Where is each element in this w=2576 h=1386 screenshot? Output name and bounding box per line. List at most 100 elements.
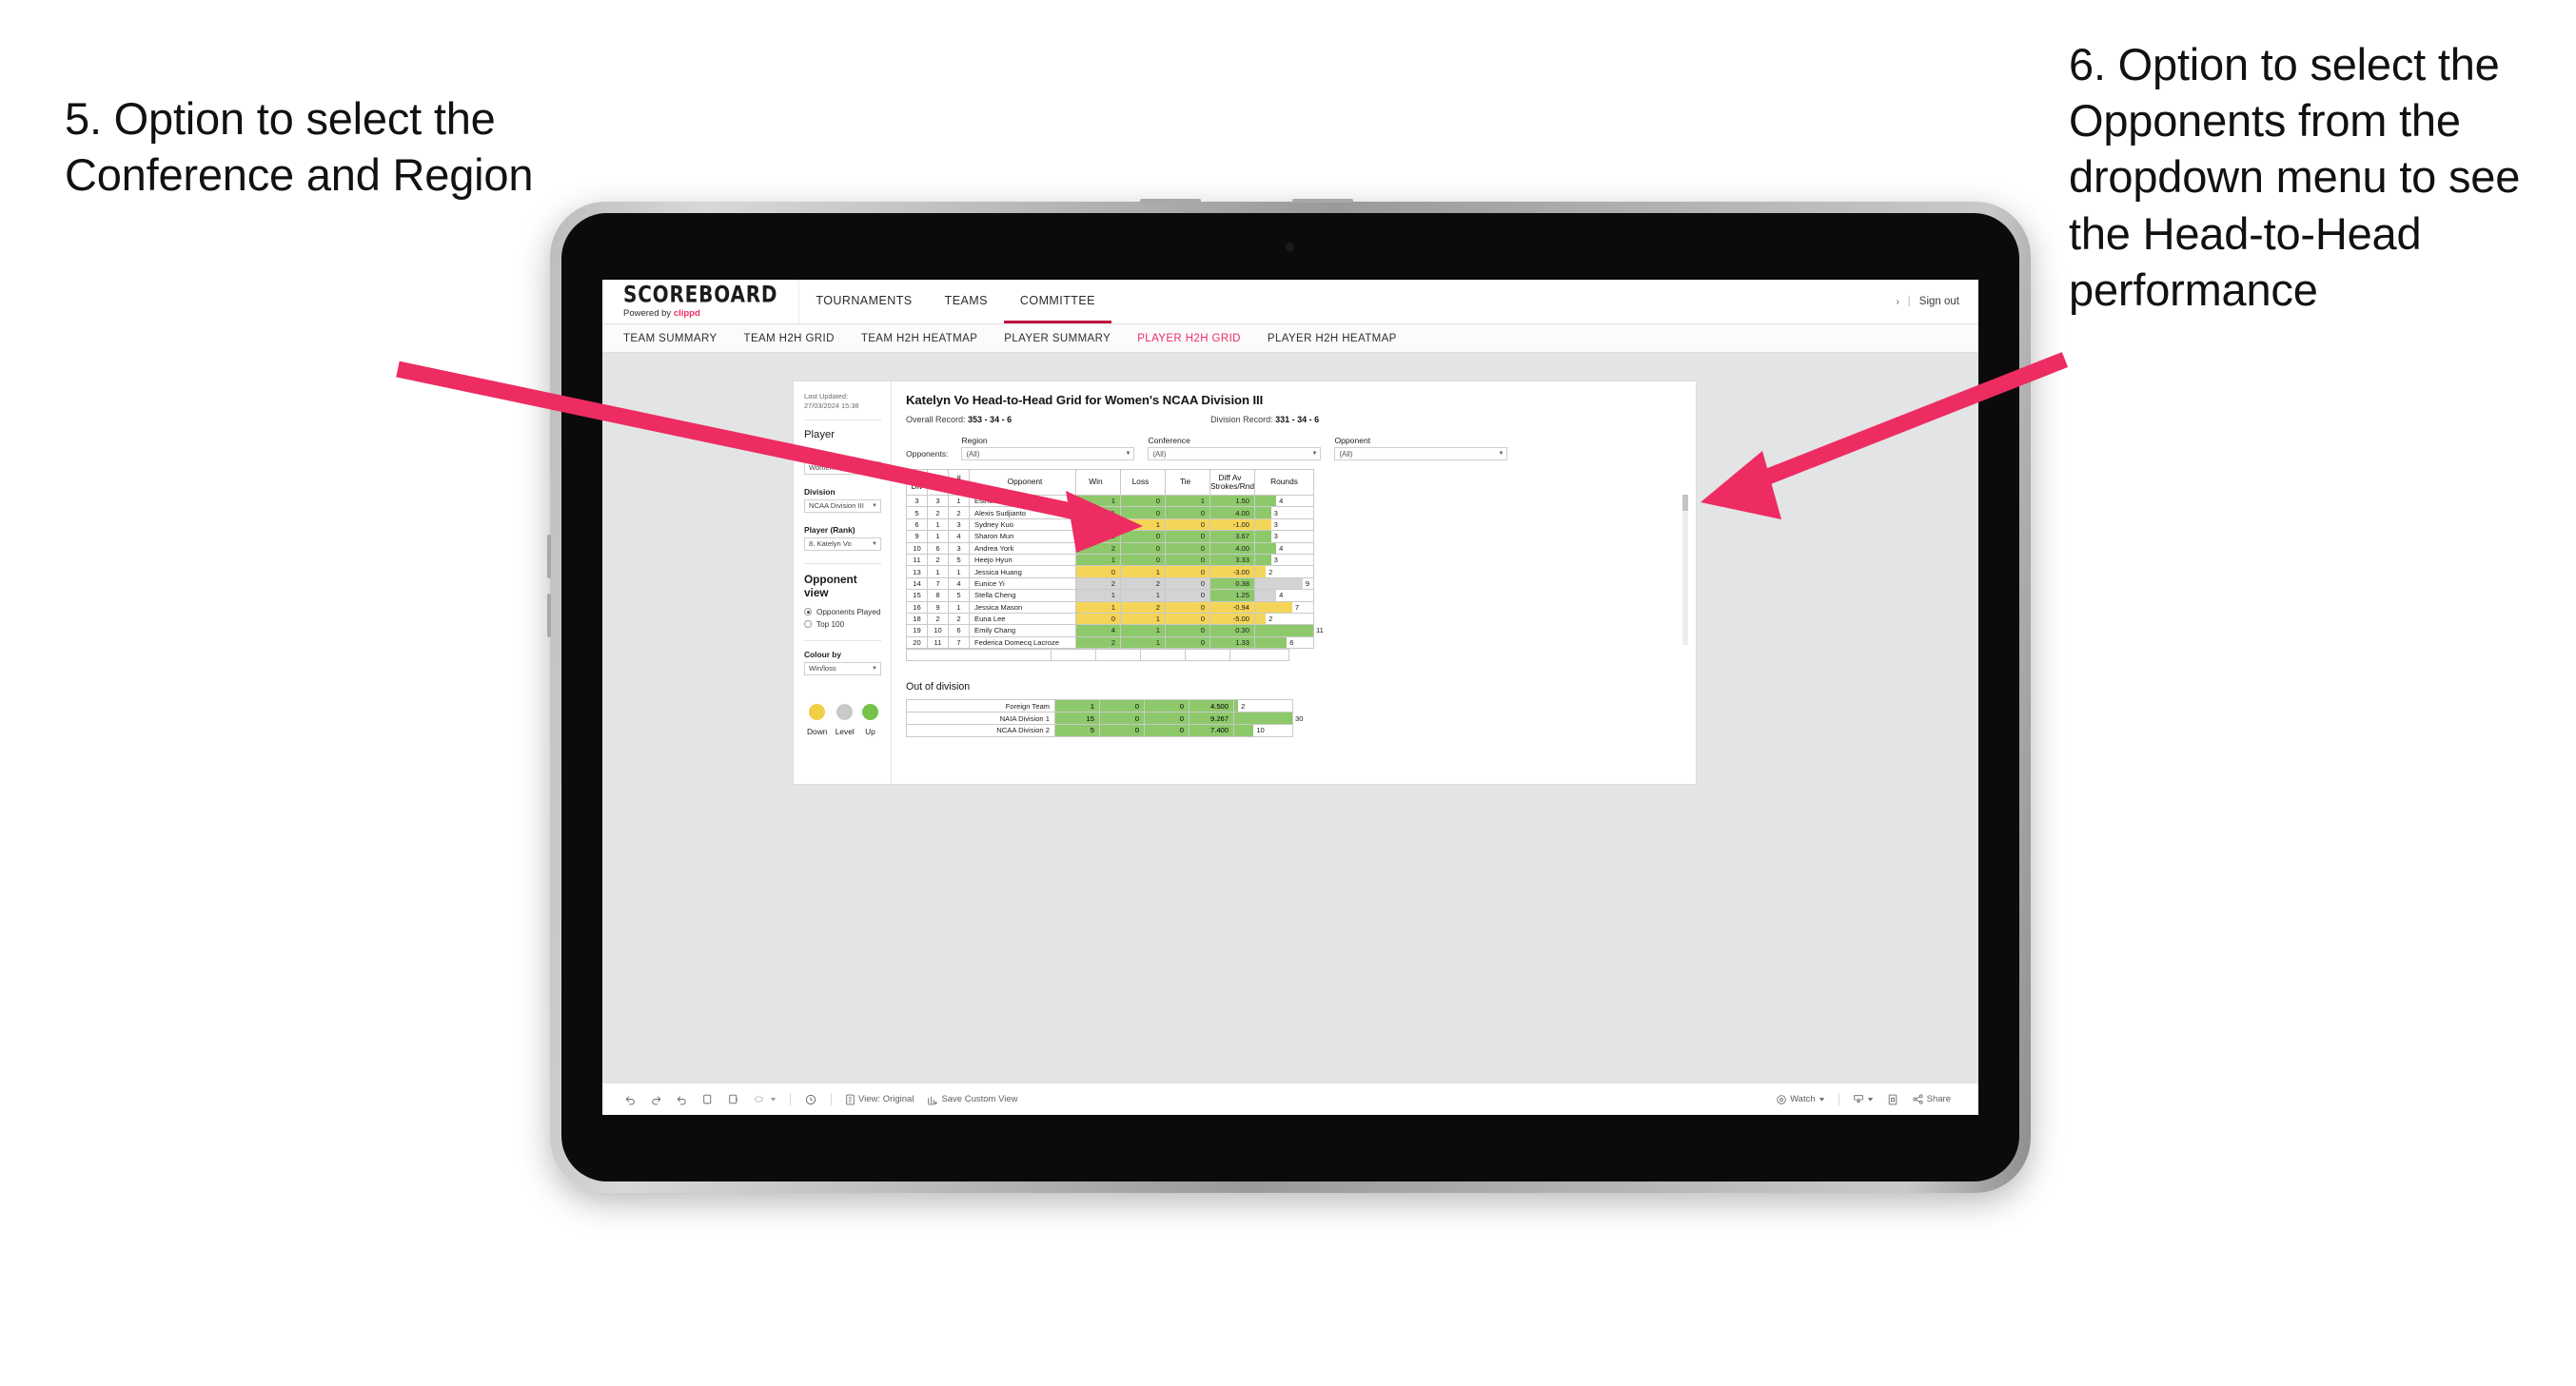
table-row[interactable]: 16 9 1 Jessica Mason 1 2 0 -0.94 7 — [906, 600, 1314, 614]
cell-tie: 0 — [1144, 724, 1190, 737]
cell-rounds-bar: 3 — [1254, 506, 1314, 519]
refresh-data-icon[interactable] — [695, 1093, 720, 1105]
table-row[interactable]: NAIA Division 1 15 0 0 9.267 30 — [906, 712, 1303, 726]
undo-icon[interactable] — [618, 1093, 643, 1105]
gender-select[interactable]: Women's ▼ — [804, 460, 881, 475]
table-row[interactable]: 9 1 4 Sharon Mun 1 0 0 3.67 3 — [906, 530, 1314, 543]
brand-logo[interactable]: SCOREBOARD Powered by clippd — [602, 280, 800, 323]
watch-button[interactable]: Watch — [1769, 1094, 1832, 1105]
table-row[interactable]: 5 2 2 Alexis Sudjianto 1 0 0 4.00 3 — [906, 506, 1314, 519]
rounds-value: 3 — [1273, 519, 1278, 529]
cell-reg: 8 — [927, 589, 949, 602]
header-tie[interactable]: Tie — [1165, 469, 1210, 496]
table-row[interactable]: Foreign Team 1 0 0 4.500 2 — [906, 699, 1293, 713]
table-row[interactable]: 19 10 6 Emily Chang 4 1 0 0.30 11 — [906, 624, 1324, 637]
app-window: SCOREBOARD Powered by clippd TOURNAMENTS… — [602, 280, 1978, 1115]
secondary-nav: TEAM SUMMARY TEAM H2H GRID TEAM H2H HEAT… — [602, 324, 1978, 353]
share-button[interactable]: Share — [1905, 1093, 1957, 1105]
cell-tie: 0 — [1165, 600, 1210, 614]
opponent-filter-select[interactable]: (All) ▼ — [1334, 447, 1508, 460]
tab-team-summary[interactable]: TEAM SUMMARY — [623, 333, 718, 344]
save-custom-view-button[interactable]: Save Custom View — [920, 1094, 1024, 1105]
region-filter-select[interactable]: (All) ▼ — [961, 447, 1135, 460]
header-reg[interactable]: # Reg — [927, 469, 949, 496]
tablet-camera-icon — [1285, 242, 1295, 252]
sign-out-link[interactable]: Sign out — [1919, 296, 1959, 307]
pause-auto-update-icon[interactable] — [720, 1093, 746, 1105]
table-row[interactable]: NCAA Division 2 5 0 0 7.400 10 — [906, 724, 1293, 737]
division-select[interactable]: NCAA Division III ▼ — [804, 498, 881, 513]
table-row[interactable]: 20 11 7 Federica Domecq Lacroze 2 1 0 1.33 6 — [906, 635, 1314, 650]
fullscreen-icon[interactable] — [1880, 1094, 1905, 1105]
cell-win: 5 — [1054, 724, 1100, 737]
table-row[interactable]: 14 7 4 Eunice Yi 2 2 0 0.38 9 — [906, 576, 1314, 591]
table-row[interactable]: 18 2 2 Euna Lee 0 1 0 -5.00 2 — [906, 612, 1314, 626]
conference-filter-select[interactable]: (All) ▼ — [1148, 447, 1322, 460]
nav-item-committee[interactable]: COMMITTEE — [1003, 280, 1111, 323]
header-conf[interactable]: # Conf — [948, 469, 970, 496]
nav-item-tournaments[interactable]: TOURNAMENTS — [799, 280, 928, 323]
rounds-bar — [1234, 713, 1292, 725]
legend-down-swatch — [809, 703, 826, 720]
header-loss[interactable]: Loss — [1120, 469, 1166, 496]
tab-player-h2h-heatmap[interactable]: PLAYER H2H HEATMAP — [1268, 333, 1397, 344]
tab-team-h2h-grid[interactable]: TEAM H2H GRID — [744, 333, 835, 344]
table-row[interactable]: 15 8 5 Stella Cheng 1 1 0 1.25 4 — [906, 589, 1314, 602]
cell-division-name: NCAA Division 2 — [906, 724, 1055, 737]
header-diff-line2: Strokes/Rnd — [1210, 481, 1255, 491]
table-row[interactable]: 13 1 1 Jessica Huang 0 1 0 -3.00 2 — [906, 565, 1314, 578]
cell-win: 1 — [1075, 530, 1121, 543]
legend-up: Up — [861, 703, 878, 736]
cell-loss: 0 — [1120, 530, 1166, 543]
cell-tie: 0 — [1165, 565, 1210, 578]
cell-tie: 0 — [1165, 506, 1210, 519]
chevron-right-icon[interactable]: › — [1896, 297, 1898, 307]
cell-conf: 5 — [948, 589, 970, 602]
download-icon[interactable] — [1846, 1094, 1880, 1105]
revert-icon[interactable] — [669, 1093, 695, 1105]
header-separator: | — [1907, 296, 1911, 307]
cell-loss: 0 — [1120, 506, 1166, 519]
grid-vertical-scrollbar[interactable] — [1682, 495, 1688, 645]
rounds-bar — [1255, 507, 1271, 518]
cell-div: 11 — [906, 553, 928, 567]
cell-loss: 0 — [1099, 712, 1145, 726]
cell-div: 13 — [906, 565, 928, 578]
cell-win: 1 — [1075, 553, 1121, 567]
tablet-speaker-grill — [1292, 199, 1353, 203]
header-rounds[interactable]: Rounds — [1254, 469, 1314, 496]
table-row[interactable]: 10 6 3 Andrea York 2 0 0 4.00 4 — [906, 541, 1314, 555]
highlight-icon[interactable] — [746, 1093, 783, 1105]
header-diff[interactable]: Diff Av Strokes/Rnd — [1209, 469, 1255, 496]
table-row[interactable]: 3 3 1 Esther Lee 1 0 1 1.50 4 — [906, 494, 1314, 508]
radio-opponents-played[interactable]: Opponents Played — [804, 608, 881, 616]
cell-reg: 9 — [927, 600, 949, 614]
radio-top-100[interactable]: Top 100 — [804, 620, 881, 629]
redo-icon[interactable] — [643, 1093, 669, 1105]
colour-by-select[interactable]: Win/loss ▼ — [804, 661, 881, 675]
view-original-button[interactable]: View: Original — [838, 1094, 920, 1105]
player-rank-select[interactable]: 8. Katelyn Vo ▼ — [804, 537, 881, 551]
out-of-division-table: Foreign Team 1 0 0 4.500 2 NAIA Division 1 15 0 0… — [906, 699, 1303, 737]
conference-filter: Conference (All) ▼ — [1148, 436, 1322, 460]
workspace: Last Updated: 27/03/2024 15:38 Player Ge… — [602, 353, 1978, 1083]
tab-team-h2h-heatmap[interactable]: TEAM H2H HEATMAP — [861, 333, 977, 344]
cell-div: 3 — [906, 494, 928, 508]
header-opponent[interactable]: Opponent — [969, 469, 1076, 496]
cell-conf: 2 — [948, 612, 970, 626]
table-row[interactable]: 11 2 5 Heejo Hyun 1 0 0 3.33 3 — [906, 553, 1314, 567]
tab-player-h2h-grid[interactable]: PLAYER H2H GRID — [1137, 333, 1241, 344]
table-row[interactable]: 6 1 3 Sydney Kuo 0 1 0 -1.00 3 — [906, 517, 1314, 532]
nav-item-teams[interactable]: TEAMS — [929, 280, 1004, 323]
player-rank-label: Player (Rank) — [804, 524, 855, 535]
dashboard-sheet: Last Updated: 27/03/2024 15:38 Player Ge… — [794, 381, 1696, 784]
grid-scrollbar-thumb[interactable] — [1682, 495, 1688, 511]
header-div[interactable]: # Div — [906, 469, 928, 496]
cell-conf: 3 — [948, 517, 970, 532]
cell-opponent: Jessica Huang — [969, 565, 1076, 578]
alert-icon[interactable] — [797, 1093, 824, 1106]
cell-rounds-bar: 7 — [1254, 600, 1314, 614]
tab-player-summary[interactable]: PLAYER SUMMARY — [1004, 333, 1111, 344]
header-win[interactable]: Win — [1075, 469, 1121, 496]
cell-reg: 1 — [927, 530, 949, 543]
